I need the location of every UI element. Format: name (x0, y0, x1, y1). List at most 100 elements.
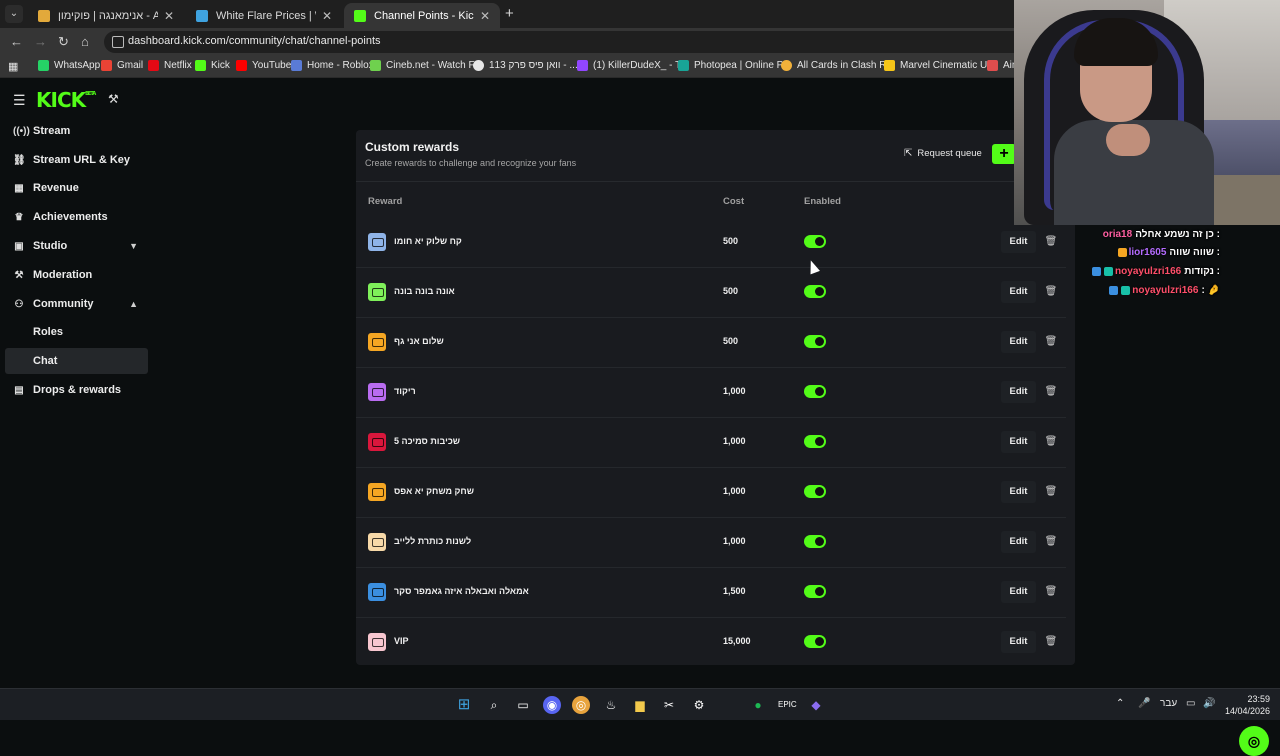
sidebar-item-stream[interactable]: ((•)) Stream (5, 118, 148, 144)
sidebar-item-revenue[interactable]: ▦ Revenue (5, 175, 148, 201)
tray-chevron-up-icon[interactable]: ⌃ (1116, 698, 1124, 709)
close-tab-icon[interactable]: ✕ (480, 9, 490, 23)
hammer-icon[interactable]: ⚒ (108, 92, 119, 106)
bookmark-clash-royale[interactable]: All Cards in Clash R... (781, 60, 895, 71)
edit-reward-button[interactable]: Edit (1001, 431, 1036, 453)
language-indicator[interactable]: עבר (1160, 698, 1177, 709)
sidebar-item-moderation[interactable]: ⚒ Moderation (5, 262, 148, 288)
column-header-cost: Cost (723, 196, 745, 207)
close-tab-icon[interactable]: ✕ (164, 9, 174, 23)
delete-trash-icon[interactable]: 🗑 (1042, 581, 1060, 603)
chrome-icon[interactable]: ◎ (572, 696, 590, 714)
edit-reward-button[interactable]: Edit (1001, 281, 1036, 303)
webcam-overlay (1014, 0, 1280, 225)
edit-reward-button[interactable]: Edit (1001, 381, 1036, 403)
reward-enabled-toggle[interactable] (804, 435, 826, 448)
bookmark-photopea[interactable]: Photopea | Online P... (678, 60, 790, 71)
reward-enabled-toggle[interactable] (804, 285, 826, 298)
browser-tab[interactable]: White Flare Prices | White Flare ✕ (186, 3, 342, 28)
reload-icon[interactable]: ↻ (58, 34, 69, 50)
edit-reward-button[interactable]: Edit (1001, 531, 1036, 553)
home-icon[interactable]: ⌂ (81, 34, 89, 49)
capcut-icon[interactable]: ✂ (660, 696, 678, 714)
edit-reward-button[interactable]: Edit (1001, 331, 1036, 353)
reward-enabled-toggle[interactable] (804, 385, 826, 398)
app-icon[interactable]: ⚙ (690, 696, 708, 714)
spotify-icon[interactable]: ● (749, 696, 767, 714)
edit-reward-button[interactable]: Edit (1001, 581, 1036, 603)
sidebar-item-studio[interactable]: ▣ Studio ▼ (5, 233, 148, 259)
browser-tab[interactable]: אנימאנגה | פוקימון - Animanga ✕ (28, 3, 184, 28)
tab-search-chevron-icon[interactable]: ⌄ (5, 5, 23, 23)
reward-cost: 500 (723, 336, 739, 346)
address-bar[interactable]: dashboard.kick.com/community/chat/channe… (104, 31, 1024, 53)
sidebar-item-stream-url-key[interactable]: ⛓ Stream URL & Key (5, 147, 148, 173)
site-info-icon[interactable] (112, 36, 124, 48)
sidebar-item-chat[interactable]: Chat (5, 348, 148, 374)
file-explorer-icon[interactable]: ▆ (631, 696, 649, 714)
sidebar-item-community[interactable]: ⚇ Community ▲ (5, 291, 148, 317)
bookmark-one-piece[interactable]: וואן פיס פרק 113 - ... (473, 60, 578, 71)
steam-icon[interactable]: ♨ (602, 696, 620, 714)
microphone-icon[interactable]: 🎤 (1138, 698, 1150, 709)
reward-enabled-toggle[interactable] (804, 485, 826, 498)
reward-icon (368, 583, 386, 601)
browser-tab-active[interactable]: Channel Points - Kick Dashboard ✕ (344, 3, 500, 28)
network-icon[interactable]: ▭ (1186, 698, 1195, 709)
request-queue-button[interactable]: ⇱ Request queue (904, 148, 982, 159)
delete-trash-icon[interactable]: 🗑 (1042, 431, 1060, 453)
forward-arrow-icon[interactable]: → (34, 34, 47, 49)
edit-reward-button[interactable]: Edit (1001, 481, 1036, 503)
clash-royale-icon (781, 60, 792, 71)
tab-favicon-icon (38, 9, 50, 22)
app-icon[interactable]: ◆ (807, 696, 825, 714)
gavel-icon: ⚒ (14, 269, 24, 281)
reward-enabled-toggle[interactable] (804, 635, 826, 648)
delete-trash-icon[interactable]: 🗑 (1042, 481, 1060, 503)
taskbar-clock[interactable]: 23:59 14/04/2026 (1222, 693, 1270, 717)
panel-title: Custom rewards (365, 140, 460, 154)
bookmark-marvel[interactable]: Marvel Cinematic U... (884, 60, 996, 71)
reward-enabled-toggle[interactable] (804, 585, 826, 598)
reward-row: 5 שכיבות סמיכה 1,000 Edit 🗑 (356, 418, 1066, 468)
delete-trash-icon[interactable]: 🗑 (1042, 281, 1060, 303)
reward-enabled-toggle[interactable] (804, 335, 826, 348)
volume-icon[interactable]: 🔊 (1203, 698, 1215, 709)
epic-games-icon[interactable]: EPIC (778, 696, 797, 714)
bookmark-cineb[interactable]: Cineb.net - Watch F... (370, 60, 482, 71)
new-tab-plus-icon[interactable]: + (505, 5, 514, 22)
bookmark-kick[interactable]: Kick (195, 60, 230, 71)
apps-grid-icon[interactable]: ▦ (8, 60, 18, 73)
sidebar-item-roles[interactable]: Roles (5, 319, 148, 345)
bookmark-youtube[interactable]: YouTube (236, 60, 291, 71)
add-reward-button[interactable]: + (992, 144, 1016, 164)
task-view-icon[interactable]: ▭ (514, 696, 532, 714)
edit-reward-button[interactable]: Edit (1001, 631, 1036, 653)
kick-logo[interactable]: KICKBETA (36, 88, 96, 112)
bookmark-whatsapp[interactable]: WhatsApp (38, 60, 100, 71)
chat-badge-icon (1109, 286, 1119, 295)
delete-trash-icon[interactable]: 🗑 (1042, 631, 1060, 653)
sidebar-item-drops-rewards[interactable]: ▤ Drops & rewards (5, 377, 148, 403)
reward-enabled-toggle[interactable] (804, 235, 826, 248)
delete-trash-icon[interactable]: 🗑 (1042, 231, 1060, 253)
reward-enabled-toggle[interactable] (804, 535, 826, 548)
delete-trash-icon[interactable]: 🗑 (1042, 331, 1060, 353)
discord-icon[interactable]: ◉ (543, 696, 561, 714)
delete-trash-icon[interactable]: 🗑 (1042, 531, 1060, 553)
bookmark-netflix[interactable]: Netflix (148, 60, 192, 71)
edit-reward-button[interactable]: Edit (1001, 231, 1036, 253)
bookmark-roblox[interactable]: Home - Roblox (291, 60, 374, 71)
back-arrow-icon[interactable]: ← (10, 34, 23, 49)
bookmark-twitch[interactable]: (1) KillerDudeX_ - T... (577, 60, 688, 71)
support-chat-button[interactable]: ◎ (1239, 726, 1269, 756)
delete-trash-icon[interactable]: 🗑 (1042, 381, 1060, 403)
windows-start-icon[interactable]: ⊞ (455, 696, 473, 714)
hamburger-menu-icon[interactable]: ☰ (13, 92, 26, 109)
reward-row: קח שלוק יא חומו 500 Edit 🗑 (356, 218, 1066, 268)
close-tab-icon[interactable]: ✕ (322, 9, 332, 23)
chat-badge-icon (1104, 267, 1114, 276)
bookmark-gmail[interactable]: Gmail (101, 60, 143, 71)
search-icon[interactable]: ⌕ (485, 696, 503, 714)
sidebar-item-achievements[interactable]: ♛ Achievements (5, 204, 148, 230)
